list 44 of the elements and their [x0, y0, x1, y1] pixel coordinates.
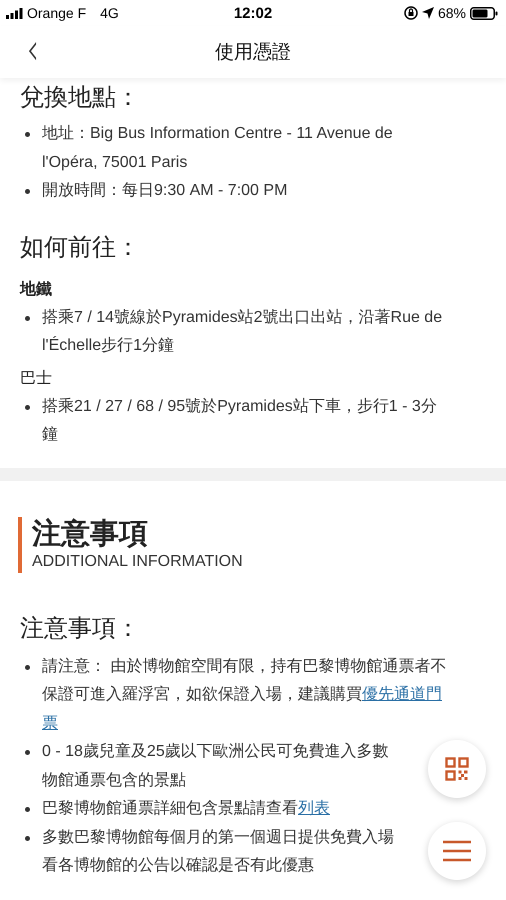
note-text: 保證可進入羅浮宮，如欲保證入場，建議購買 [42, 686, 362, 703]
transport-label: 地鐵 [20, 280, 53, 300]
clock-time: 12:02 [234, 4, 272, 22]
battery-icon [470, 6, 498, 20]
section-heading: 兌換地點： [20, 83, 141, 113]
bullet-icon [25, 316, 30, 320]
transport-label: 巴士 [20, 368, 53, 388]
note-text: 請注意： 由於博物館空間有限，持有巴黎博物館通票者不 [42, 658, 446, 674]
qr-code-icon [445, 757, 469, 781]
section-title: 注意事項 [32, 516, 148, 550]
signal-icon [6, 8, 23, 18]
bullet-icon [25, 664, 30, 670]
bullet-icon [25, 836, 30, 840]
link[interactable]: 票 [42, 714, 58, 732]
section-heading: 如何前往： [20, 232, 141, 262]
bullet-icon [25, 807, 30, 812]
link[interactable]: 優先通道門 [362, 686, 442, 703]
carrier-name: Orange F [27, 5, 86, 21]
menu-icon [443, 840, 471, 862]
bullet-icon [25, 750, 30, 755]
section-subtitle: ADDITIONAL INFORMATION [32, 552, 243, 572]
qr-code-button[interactable] [428, 740, 486, 798]
rotation-lock-icon [404, 6, 418, 20]
location-arrow-icon [422, 7, 434, 19]
note-text: 多數巴黎博物館每個月的第一個週日提供免費入場 [42, 828, 394, 846]
network-type: 4G [100, 5, 119, 21]
page-title: 使用憑證 [215, 41, 291, 65]
note-text: 看各博物館的公告以確認是否有此優惠 [42, 857, 314, 874]
bullet-icon [25, 189, 30, 194]
link[interactable]: 列表 [298, 800, 330, 817]
section-heading: 注意事項： [20, 614, 141, 644]
menu-button[interactable] [428, 822, 486, 880]
bullet-text: 地址：Big Bus Information Centre - 11 Avenue de l'Opéra, 75001 Paris [42, 124, 393, 172]
accent-bar [18, 516, 22, 572]
bullet-icon [25, 132, 30, 137]
note-text: 物館通票包含的景點 [42, 772, 186, 788]
back-button[interactable]: ‹ [22, 32, 44, 68]
note-text: 巴黎博物館通票詳細包含景點請查看 [42, 800, 298, 817]
note-text: 0 - 18歲兒童及25歲以下歐洲公民可免費進入多數 [42, 743, 389, 760]
battery-percentage: 68% [438, 5, 466, 21]
bullet-text: 搭乘21 / 27 / 68 / 95號於Pyramides站下車，步行1 - 3分 鐘 [42, 396, 437, 445]
bullet-text: 搭乘7 / 14號線於Pyramides站2號出口出站，沿著Rue de l'Échelle步行1分鐘 [42, 308, 442, 356]
bullet-text: 開放時間：每日9:30 AM - 7:00 PM [42, 180, 288, 201]
bullet-icon [25, 404, 30, 410]
